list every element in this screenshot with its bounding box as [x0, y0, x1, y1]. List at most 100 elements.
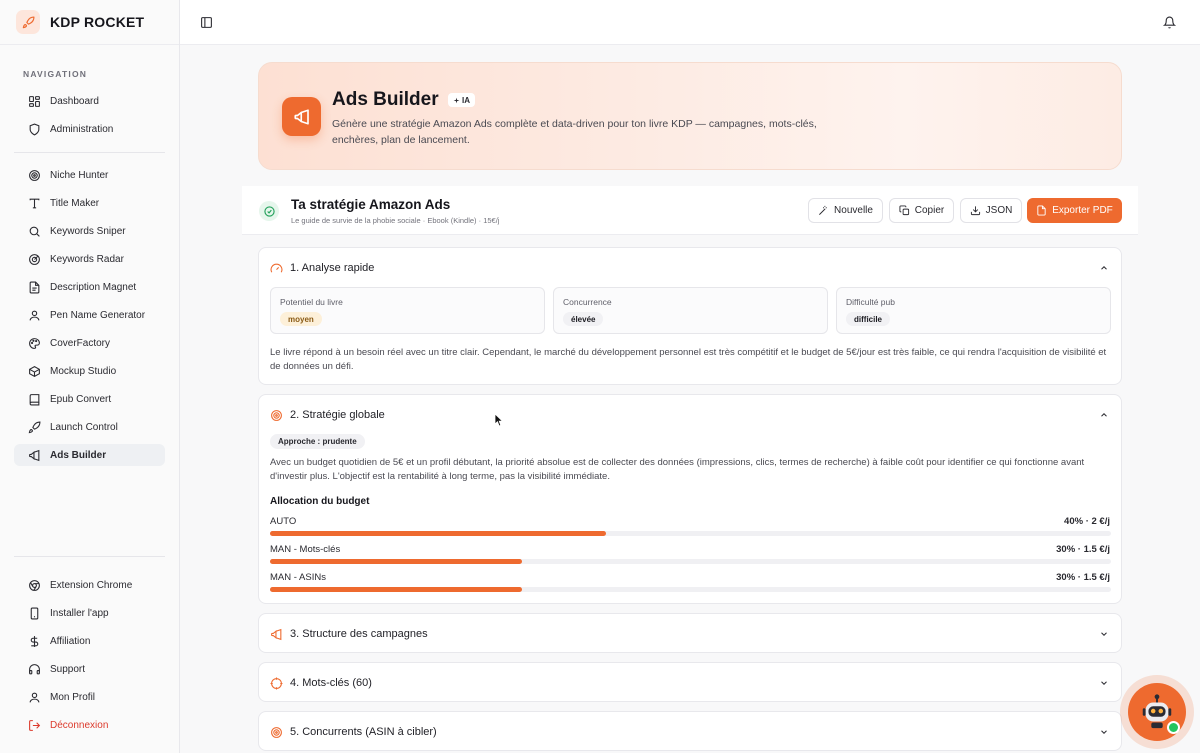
status-badge: difficile: [846, 312, 891, 326]
sidebar-item-coverfactory[interactable]: CoverFactory: [14, 332, 165, 354]
chevron-down-icon[interactable]: [1099, 629, 1109, 639]
sidebar-item-title-maker[interactable]: Title Maker: [14, 192, 165, 214]
sidebar-item-dashboard[interactable]: Dashboard: [14, 90, 165, 112]
megaphone-icon: [29, 449, 40, 461]
copy-button[interactable]: Copier: [889, 198, 954, 223]
sidebar-item-label: Déconnexion: [50, 719, 109, 731]
new-button-label: Nouvelle: [834, 205, 873, 216]
chevron-down-icon[interactable]: [1099, 727, 1109, 737]
global-strategy-card-header[interactable]: 2. Stratégie globale: [270, 395, 385, 435]
analysis-card-title: 1. Analyse rapide: [290, 262, 375, 274]
json-button-label: JSON: [985, 205, 1013, 216]
gauge-icon: [270, 263, 283, 273]
campaigns-card-header[interactable]: 3. Structure des campagnes: [270, 614, 428, 654]
campaigns-card-title: 3. Structure des campagnes: [290, 628, 428, 640]
competitors-card[interactable]: 5. Concurrents (ASIN à cibler): [258, 711, 1122, 751]
sidebar-item-epub-convert[interactable]: Epub Convert: [14, 388, 165, 410]
sidebar-item-ads-builder[interactable]: Ads Builder: [14, 444, 165, 466]
sidebar: KDP ROCKET NAVIGATION Dashboard Administ…: [0, 0, 180, 753]
sidebar-item-label: Dashboard: [50, 95, 99, 107]
brand[interactable]: KDP ROCKET: [0, 0, 179, 45]
sidebar-item-description-magnet[interactable]: Description Magnet: [14, 276, 165, 298]
sidebar-item-affiliation[interactable]: Affiliation: [14, 630, 165, 652]
sidebar-item-installer[interactable]: Installer l'app: [14, 602, 165, 624]
strategy-subtitle: Le guide de survie de la phobie sociale …: [291, 216, 500, 225]
allocation-label: AUTO: [270, 516, 297, 527]
chevron-up-icon[interactable]: [1099, 410, 1109, 420]
keywords-card-title: 4. Mots-clés (60): [290, 677, 372, 689]
allocation-bar: [270, 587, 1111, 592]
sidebar-item-mockup-studio[interactable]: Mockup Studio: [14, 360, 165, 382]
sidebar-item-extension-chrome[interactable]: Extension Chrome: [14, 574, 165, 596]
export-pdf-button[interactable]: Exporter PDF: [1027, 198, 1122, 223]
target-icon: [271, 726, 282, 738]
allocation-label: MAN - Mots-clés: [270, 544, 341, 555]
download-icon: [970, 206, 980, 216]
bell-icon[interactable]: [1163, 16, 1176, 29]
sidebar-item-label: Keywords Radar: [50, 253, 124, 265]
stat-label: Concurrence: [563, 297, 612, 307]
allocation-bar-fill: [270, 531, 607, 536]
competitors-card-header[interactable]: 5. Concurrents (ASIN à cibler): [270, 712, 437, 752]
radar-icon: [29, 253, 40, 265]
campaigns-card[interactable]: 3. Structure des campagnes: [258, 613, 1122, 653]
sidebar-item-pen-name-generator[interactable]: Pen Name Generator: [14, 304, 165, 326]
sidebar-item-keywords-radar[interactable]: Keywords Radar: [14, 248, 165, 270]
sidebar-item-mon-profil[interactable]: Mon Profil: [14, 686, 165, 708]
strategy-title: Ta stratégie Amazon Ads: [291, 197, 451, 212]
analysis-text: Le livre répond à un besoin réel avec un…: [270, 347, 1107, 372]
allocation-bar: [270, 531, 1111, 536]
ia-badge: IA: [448, 93, 475, 107]
keywords-card-header[interactable]: 4. Mots-clés (60): [270, 663, 372, 703]
sidebar-item-label: Extension Chrome: [50, 579, 133, 591]
stat-potential: Potentiel du livre moyen: [270, 287, 545, 334]
sidebar-toggle-icon[interactable]: [200, 16, 213, 29]
sidebar-item-administration[interactable]: Administration: [14, 118, 165, 140]
chatbot-button[interactable]: [1120, 675, 1194, 749]
stat-competition: Concurrence élevée: [553, 287, 828, 334]
text-icon: [29, 198, 40, 208]
stat-label: Difficulté pub: [846, 297, 895, 307]
sidebar-item-keywords-sniper[interactable]: Keywords Sniper: [14, 220, 165, 242]
status-badge: élevée: [563, 312, 604, 326]
target-icon: [29, 169, 40, 181]
ia-badge-label: IA: [462, 95, 470, 105]
megaphone-icon: [271, 628, 282, 640]
brand-name: KDP ROCKET: [50, 14, 145, 30]
sidebar-item-label: Description Magnet: [50, 281, 137, 293]
sidebar-item-deconnexion[interactable]: Déconnexion: [14, 714, 165, 736]
user-icon: [29, 692, 40, 702]
sidebar-item-label: Ads Builder: [50, 449, 107, 461]
strategy-header: Ta stratégie Amazon Ads Le guide de surv…: [242, 186, 1138, 235]
page-title: Ads Builder: [332, 89, 439, 110]
copy-button-label: Copier: [914, 205, 945, 216]
hero-banner: Ads Builder IA Génère une stratégie Amaz…: [258, 62, 1122, 170]
allocation-value: 30% · 1.5 €/j: [1056, 572, 1110, 583]
sidebar-item-label: Support: [50, 663, 86, 675]
stat-label: Potentiel du livre: [280, 297, 343, 307]
dashboard-icon: [29, 95, 40, 107]
sidebar-item-label: CoverFactory: [50, 337, 111, 349]
export-pdf-button-label: Exporter PDF: [1052, 205, 1113, 216]
sidebar-item-label: Mon Profil: [50, 691, 96, 703]
new-button[interactable]: Nouvelle: [808, 198, 883, 223]
allocation-value: 40% · 2 €/j: [1064, 516, 1110, 527]
sidebar-item-support[interactable]: Support: [14, 658, 165, 680]
rocket-icon: [28, 421, 41, 433]
shield-icon: [29, 123, 40, 136]
json-button[interactable]: JSON: [960, 198, 1022, 223]
rocket-icon: [16, 10, 40, 34]
topbar: [180, 0, 1200, 45]
sidebar-item-launch-control[interactable]: Launch Control: [14, 416, 165, 438]
chevron-down-icon[interactable]: [1099, 678, 1109, 688]
keywords-card[interactable]: 4. Mots-clés (60): [258, 662, 1122, 702]
allocation-bar-fill: [270, 559, 523, 564]
sidebar-item-niche-hunter[interactable]: Niche Hunter: [14, 164, 165, 186]
analysis-card-header[interactable]: 1. Analyse rapide: [270, 248, 374, 288]
allocation-bar: [270, 559, 1111, 564]
search-icon: [29, 226, 40, 237]
stat-difficulty: Difficulté pub difficile: [836, 287, 1111, 334]
check-circle-icon: [259, 201, 279, 221]
allocation-value: 30% · 1.5 €/j: [1056, 544, 1110, 555]
chevron-up-icon[interactable]: [1099, 263, 1109, 273]
